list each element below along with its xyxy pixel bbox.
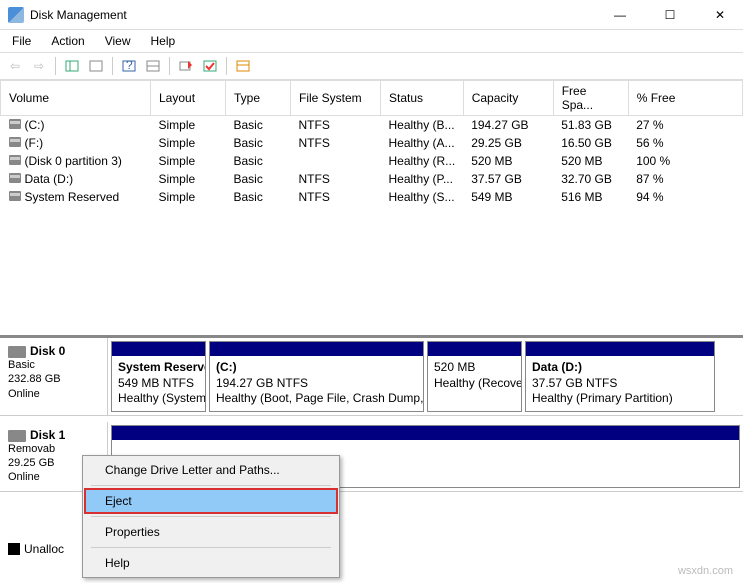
table-row[interactable]: (F:)SimpleBasicNTFSHealthy (A...29.25 GB…: [1, 134, 743, 152]
toolbar-icon-4[interactable]: [142, 55, 164, 77]
disk0-partitions: System Reserved 549 MB NTFS Healthy (Sys…: [108, 338, 743, 415]
col-pctfree[interactable]: % Free: [628, 81, 742, 116]
partition-health: Healthy (Primary Partition): [532, 391, 708, 407]
legend-unallocated: Unalloc: [8, 542, 64, 556]
partition-health: Healthy (System, A: [118, 391, 199, 407]
forward-button[interactable]: ⇨: [28, 55, 50, 77]
partition-bar: [112, 426, 739, 440]
toolbar: ⇦ ⇨ ?: [0, 52, 743, 80]
close-button[interactable]: ✕: [705, 8, 735, 22]
context-menu: Change Drive Letter and Paths... Eject P…: [82, 455, 340, 578]
back-button[interactable]: ⇦: [4, 55, 26, 77]
table-row[interactable]: Data (D:)SimpleBasicNTFSHealthy (P...37.…: [1, 170, 743, 188]
disk0-row: Disk 0 Basic 232.88 GB Online System Res…: [0, 338, 743, 416]
partition[interactable]: System Reserved 549 MB NTFS Healthy (Sys…: [111, 341, 206, 412]
disk-icon: [8, 430, 26, 442]
partition-bar: [526, 342, 714, 356]
col-layout[interactable]: Layout: [151, 81, 226, 116]
maximize-button[interactable]: ☐: [655, 8, 685, 22]
partition[interactable]: Data (D:) 37.57 GB NTFS Healthy (Primary…: [525, 341, 715, 412]
table-header-row: Volume Layout Type File System Status Ca…: [1, 81, 743, 116]
table-row[interactable]: System ReservedSimpleBasicNTFSHealthy (S…: [1, 188, 743, 206]
menu-view[interactable]: View: [97, 32, 139, 50]
volume-icon: [9, 155, 21, 165]
unallocated-swatch: [8, 543, 20, 555]
partition-bar: [112, 342, 205, 356]
toolbar-icon-7[interactable]: [232, 55, 254, 77]
disk0-info[interactable]: Disk 0 Basic 232.88 GB Online: [0, 338, 108, 415]
col-volume[interactable]: Volume: [1, 81, 151, 116]
toolbar-icon-2[interactable]: [85, 55, 107, 77]
table-row[interactable]: (C:)SimpleBasicNTFSHealthy (B...194.27 G…: [1, 116, 743, 135]
ctx-help[interactable]: Help: [85, 551, 337, 575]
col-status[interactable]: Status: [381, 81, 464, 116]
app-icon: [8, 7, 24, 23]
partition[interactable]: (C:) 194.27 GB NTFS Healthy (Boot, Page …: [209, 341, 424, 412]
menubar: File Action View Help: [0, 30, 743, 52]
volume-icon: [9, 191, 21, 201]
titlebar: Disk Management — ☐ ✕: [0, 0, 743, 30]
refresh-button[interactable]: ?: [118, 55, 140, 77]
partition-bar: [428, 342, 521, 356]
toolbar-icon-5[interactable]: [175, 55, 197, 77]
menu-file[interactable]: File: [4, 32, 39, 50]
minimize-button[interactable]: —: [605, 8, 635, 22]
col-free[interactable]: Free Spa...: [553, 81, 628, 116]
partition-bar: [210, 342, 423, 356]
ctx-properties[interactable]: Properties: [85, 520, 337, 544]
ctx-eject[interactable]: Eject: [85, 489, 337, 513]
disk-icon: [8, 346, 26, 358]
volume-icon: [9, 137, 21, 147]
ctx-change-drive-letter[interactable]: Change Drive Letter and Paths...: [85, 458, 337, 482]
menu-action[interactable]: Action: [43, 32, 92, 50]
volume-table[interactable]: Volume Layout Type File System Status Ca…: [0, 80, 743, 206]
menu-help[interactable]: Help: [143, 32, 184, 50]
watermark: wsxdn.com: [678, 565, 733, 577]
volume-icon: [9, 119, 21, 129]
col-capacity[interactable]: Capacity: [463, 81, 553, 116]
partition-size: 194.27 GB NTFS: [216, 376, 417, 392]
svg-text:?: ?: [126, 58, 133, 72]
partition-size: 549 MB NTFS: [118, 376, 199, 392]
table-row[interactable]: (Disk 0 partition 3)SimpleBasicHealthy (…: [1, 152, 743, 170]
partition-size: 520 MB: [434, 360, 515, 376]
partition-health: Healthy (Boot, Page File, Crash Dump,: [216, 391, 417, 407]
partition-health: Healthy (Recovery: [434, 376, 515, 392]
partition-size: 37.57 GB NTFS: [532, 376, 708, 392]
col-fs[interactable]: File System: [291, 81, 381, 116]
volume-icon: [9, 173, 21, 183]
window-title: Disk Management: [30, 8, 605, 22]
partition[interactable]: 520 MB Healthy (Recovery: [427, 341, 522, 412]
partition-title: Data (D:): [532, 360, 708, 376]
partition-title: System Reserved: [118, 360, 199, 376]
toolbar-icon-6[interactable]: [199, 55, 221, 77]
partition-title: (C:): [216, 360, 417, 376]
toolbar-icon-1[interactable]: [61, 55, 83, 77]
col-type[interactable]: Type: [226, 81, 291, 116]
